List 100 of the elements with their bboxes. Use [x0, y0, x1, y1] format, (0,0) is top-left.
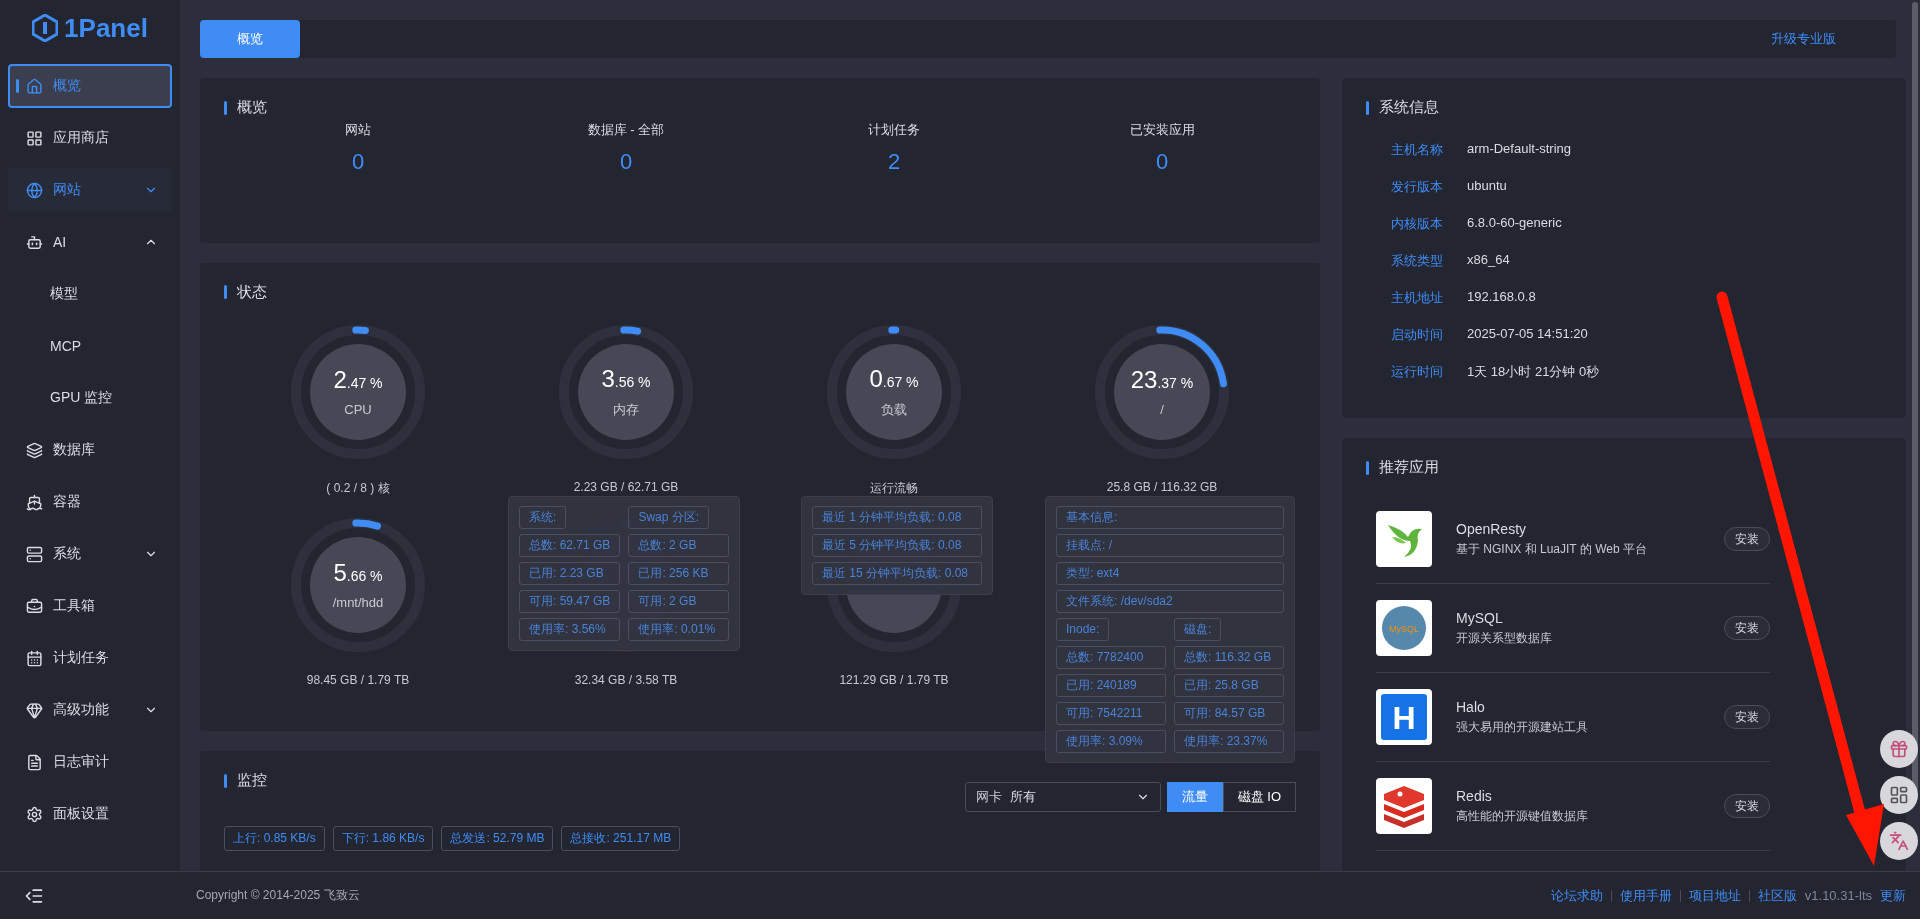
info-value: 192.168.0.8	[1467, 289, 1536, 306]
info-tag: 使用率: 3.09%	[1056, 729, 1166, 753]
translate-button[interactable]	[1880, 822, 1918, 860]
gauge-percent: 3.56 %	[601, 364, 651, 393]
network-select[interactable]: 网卡 所有	[964, 782, 1161, 812]
card-title: 监控	[237, 771, 267, 790]
submenu-item[interactable]: GPU 监控	[8, 376, 172, 420]
info-tag: 磁盘:	[1174, 617, 1222, 641]
gauge-caption: 98.45 GB / 1.79 TB	[306, 672, 410, 687]
menu-icon	[26, 77, 43, 95]
footer-link[interactable]: 项目地址	[1688, 886, 1741, 905]
gauge-percent: 23.37 %	[1130, 366, 1194, 395]
menu-icon	[26, 805, 43, 823]
info-tag: 已用: 25.8 GB	[1174, 673, 1284, 697]
info-value: 2025-07-05 14:51:20	[1467, 326, 1588, 343]
copyright-text: Copyright © 2014-2025 飞致云	[196, 887, 360, 904]
gauge-label: 内存	[613, 400, 639, 419]
gauge-caption: 2.23 GB / 62.71 GB	[573, 479, 679, 494]
menu-icon	[26, 597, 43, 615]
logo-icon	[32, 14, 59, 42]
app-description: 基于 NGINX 和 LuaJIT 的 Web 平台	[1456, 540, 1648, 558]
menu-item[interactable]: 应用商店	[8, 116, 172, 160]
stat-value[interactable]: 0	[351, 149, 365, 175]
info-tag: 最近 1 分钟平均负载: 0.08	[812, 505, 982, 529]
info-tag: 使用率: 3.56%	[519, 617, 621, 641]
app-description: 开源关系型数据库	[1456, 629, 1553, 647]
menu-icon	[26, 181, 43, 199]
info-tag: 总数: 7782400	[1056, 645, 1166, 669]
gauge-label: 负载	[881, 400, 907, 419]
install-button[interactable]: 安装	[1724, 705, 1770, 729]
info-tag: 可用: 2 GB	[628, 589, 729, 613]
version-text: v1.10.31-lts	[1804, 888, 1872, 903]
menu-item[interactable]: 面板设置	[8, 792, 172, 836]
gauge-caption: ( 0.2 / 8 ) 核	[326, 479, 390, 497]
stat-value[interactable]: 2	[887, 149, 901, 175]
traffic-tag: 下行: 1.86 KB/s	[332, 826, 434, 851]
scrollbar[interactable]	[1912, 2, 1918, 792]
menu-item[interactable]: 工具箱	[8, 584, 172, 628]
info-tag: 使用率: 0.01%	[628, 617, 729, 641]
update-link[interactable]: 更新	[1880, 886, 1906, 905]
app-name: MySQL	[1456, 609, 1504, 626]
info-tag: 总数: 2 GB	[628, 533, 729, 557]
app-logo: H	[1376, 689, 1432, 745]
menu-icon	[26, 545, 43, 563]
traffic-tag: 总发送: 52.79 MB	[441, 826, 554, 851]
gauge-caption: 25.8 GB / 116.32 GB	[1106, 479, 1218, 494]
info-tag: 总数: 62.71 GB	[519, 533, 621, 557]
app-description: 强大易用的开源建站工具	[1456, 718, 1589, 736]
app-logo	[1376, 778, 1432, 834]
menu-item[interactable]: 数据库	[8, 428, 172, 472]
upgrade-link[interactable]: 升级专业版	[1771, 30, 1836, 48]
stat-label: 网站	[345, 121, 371, 139]
info-tag: 可用: 84.57 GB	[1174, 701, 1284, 725]
info-tag: 最近 5 分钟平均负载: 0.08	[812, 533, 982, 557]
card-title: 状态	[237, 282, 267, 302]
footer-link[interactable]: 论坛求助	[1550, 886, 1603, 905]
info-value: ubuntu	[1467, 178, 1507, 195]
traffic-tag: 总接收: 251.17 MB	[561, 826, 681, 851]
menu-item[interactable]: 日志审计	[8, 740, 172, 784]
submenu-item[interactable]: MCP	[8, 324, 172, 368]
toggle-button[interactable]: 磁盘 IO	[1222, 782, 1296, 812]
submenu-item[interactable]: 模型	[8, 272, 172, 316]
info-tag: 已用: 256 KB	[628, 561, 729, 585]
info-tag: Swap 分区:	[628, 505, 710, 529]
info-tag: 可用: 59.47 GB	[519, 589, 621, 613]
gauge-percent: 2.47 %	[333, 366, 383, 395]
gauge-caption: 32.34 GB / 3.58 TB	[574, 672, 678, 687]
menu-item[interactable]: AI	[8, 220, 172, 264]
stat-label: 数据库 - 全部	[587, 121, 665, 139]
gauge-label: /	[1160, 402, 1164, 418]
app-logo	[1376, 511, 1432, 567]
footer-link[interactable]: 使用手册	[1619, 886, 1672, 905]
menu-item[interactable]: 容器	[8, 480, 172, 524]
translate-icon	[1889, 831, 1909, 851]
traffic-tag: 上行: 0.85 KB/s	[224, 826, 325, 851]
info-tag: 基本信息:	[1056, 505, 1284, 529]
menu-item[interactable]: 计划任务	[8, 636, 172, 680]
info-value: arm-Default-string	[1467, 141, 1572, 158]
menu-icon	[26, 649, 43, 667]
menu-item[interactable]: 网站	[8, 168, 172, 212]
info-label: 发行版本	[1391, 178, 1444, 196]
install-button[interactable]: 安装	[1724, 616, 1770, 640]
footer-link[interactable]: 社区版	[1757, 886, 1797, 905]
install-button[interactable]: 安装	[1724, 794, 1770, 818]
gift-icon	[1889, 739, 1909, 759]
info-label: 运行时间	[1391, 363, 1444, 381]
install-button[interactable]: 安装	[1724, 527, 1770, 551]
stat-value[interactable]: 0	[1155, 149, 1169, 175]
info-tag: 挂载点: /	[1056, 533, 1284, 557]
info-tag: Inode:	[1056, 617, 1110, 641]
stat-value[interactable]: 0	[619, 149, 633, 175]
app-name: Redis	[1456, 787, 1493, 804]
menu-item[interactable]: 高级功能	[8, 688, 172, 732]
gauge-label: /mnt/hdd	[332, 595, 384, 611]
info-label: 内核版本	[1391, 215, 1444, 233]
menu-item[interactable]: 系统	[8, 532, 172, 576]
card-title: 概览	[237, 98, 267, 117]
card-title: 推荐应用	[1379, 458, 1439, 477]
gauge-label: CPU	[344, 402, 372, 418]
menu-icon	[26, 753, 43, 771]
